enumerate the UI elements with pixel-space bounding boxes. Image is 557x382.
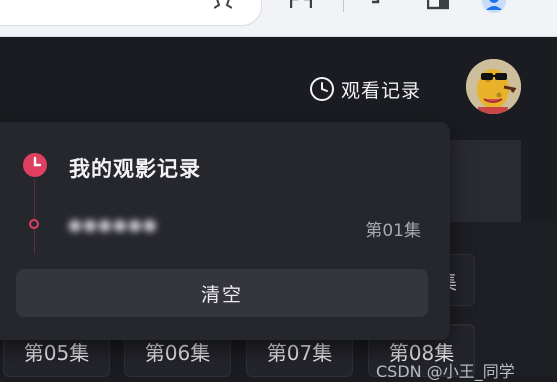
episode-label: 第06集 — [144, 340, 211, 365]
timeline-dot — [29, 219, 39, 229]
episode-label: 第07集 — [266, 340, 333, 365]
side-panel-icon[interactable] — [427, 0, 449, 10]
clock-icon — [310, 77, 334, 101]
profile-icon[interactable] — [481, 0, 507, 14]
user-avatar[interactable] — [466, 59, 521, 114]
address-bar[interactable] — [0, 0, 262, 26]
app-header: 观看记录 — [0, 37, 557, 121]
timeline-line — [34, 179, 35, 254]
browser-toolbar — [0, 0, 557, 37]
watch-history-dropdown: 我的观影记录 ●●●●●● 第01集 清空 — [0, 122, 450, 340]
toolbar-separator — [343, 0, 344, 12]
clear-history-button[interactable]: 清空 — [16, 269, 428, 317]
bookmark-star-icon[interactable] — [214, 0, 232, 13]
media-icon[interactable] — [370, 0, 386, 8]
episode-label: 第05集 — [23, 340, 90, 365]
history-item[interactable]: ●●●●●● 第01集 — [52, 208, 427, 242]
extension-icon[interactable] — [290, 0, 312, 10]
watch-history-label: 观看记录 — [341, 79, 422, 102]
history-item-title: ●●●●●● — [68, 215, 158, 234]
history-clock-icon — [23, 153, 47, 177]
watch-history-button[interactable]: 观看记录 — [309, 76, 421, 102]
history-item-episode: 第01集 — [365, 221, 421, 241]
watermark: CSDN @小王_同学 — [376, 362, 515, 381]
history-title: 我的观影记录 — [69, 157, 201, 181]
background-panel — [448, 140, 521, 222]
avatar-image — [466, 59, 521, 114]
